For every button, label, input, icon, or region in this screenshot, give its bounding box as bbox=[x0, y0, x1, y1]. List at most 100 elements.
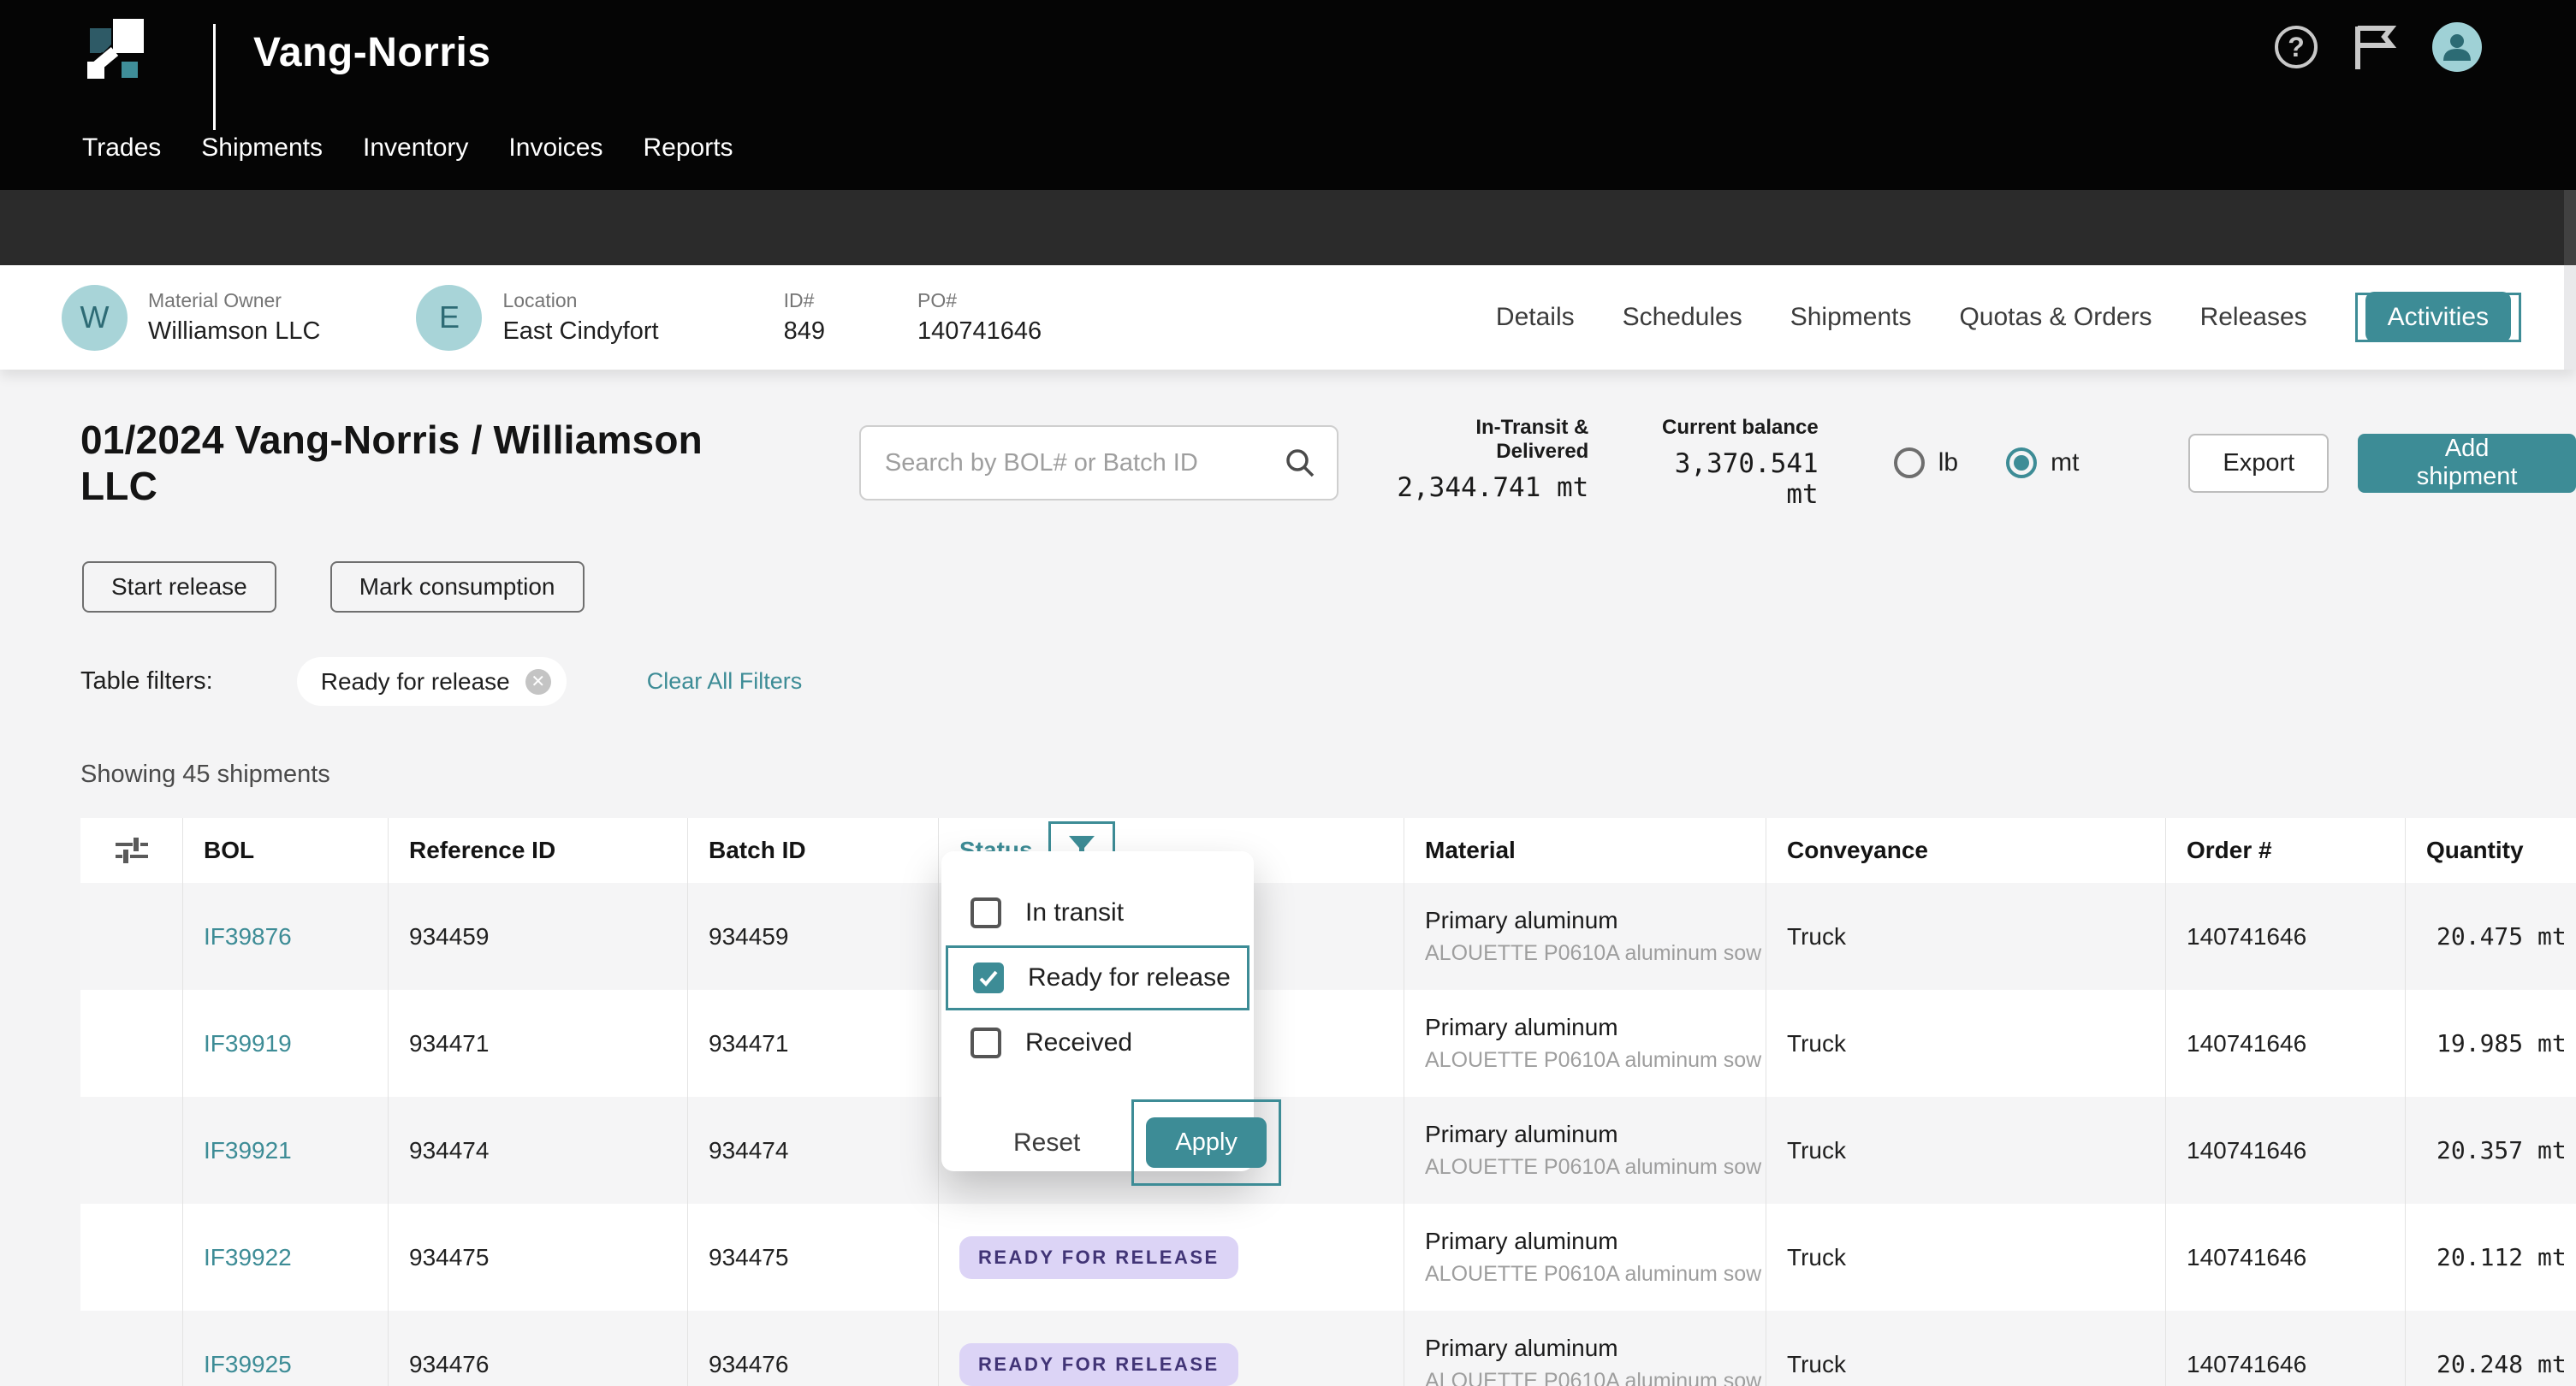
material-detail: ALOUETTE P0610A aluminum sow bbox=[1425, 1369, 1761, 1386]
column-header-order[interactable]: Order # bbox=[2165, 818, 2405, 883]
reference-id-cell: 934471 bbox=[388, 990, 687, 1097]
tab-schedules[interactable]: Schedules bbox=[1623, 303, 1742, 332]
add-shipment-button[interactable]: Add shipment bbox=[2358, 434, 2576, 493]
quantity-cell: 20.475 mt bbox=[2405, 883, 2576, 990]
column-header-batch-id[interactable]: Batch ID bbox=[687, 818, 938, 883]
column-header-conveyance[interactable]: Conveyance bbox=[1766, 818, 2165, 883]
apply-button[interactable]: Apply bbox=[1146, 1117, 1267, 1168]
stat-label: Current balance bbox=[1629, 416, 1818, 440]
search-icon bbox=[1284, 447, 1316, 479]
user-avatar[interactable] bbox=[2432, 22, 2482, 72]
material-name: Primary aluminum bbox=[1425, 907, 1618, 934]
order-cell: 140741646 bbox=[2165, 990, 2405, 1097]
filter-chip-ready-for-release[interactable]: Ready for release ✕ bbox=[297, 657, 567, 706]
material-detail: ALOUETTE P0610A aluminum sow bbox=[1425, 1262, 1761, 1287]
bol-link[interactable]: IF39925 bbox=[204, 1351, 292, 1378]
material-owner-block: W Material Owner Williamson LLC bbox=[62, 285, 320, 351]
table-row[interactable]: IF39922 934475 934475 Ready for release … bbox=[80, 1204, 2576, 1311]
stat-value: 2,344.741 mt bbox=[1381, 472, 1589, 503]
reset-button[interactable]: Reset bbox=[1013, 1128, 1080, 1158]
tab-details[interactable]: Details bbox=[1496, 303, 1575, 332]
tab-releases[interactable]: Releases bbox=[2200, 303, 2307, 332]
table-row[interactable]: IF39921 934474 934474 Primary aluminum A… bbox=[80, 1097, 2576, 1204]
table-row[interactable]: IF39919 934471 934471 Primary aluminum A… bbox=[80, 990, 2576, 1097]
material-name: Primary aluminum bbox=[1425, 1335, 1618, 1362]
unit-option-lb[interactable]: lb bbox=[1894, 447, 1958, 478]
batch-id-cell: 934471 bbox=[687, 990, 938, 1097]
location-value: East Cindyfort bbox=[502, 317, 658, 346]
checkbox-in-transit[interactable] bbox=[970, 897, 1001, 928]
column-header-material[interactable]: Material bbox=[1404, 818, 1766, 883]
owner-avatar: W bbox=[62, 285, 128, 351]
bol-link[interactable]: IF39921 bbox=[204, 1137, 292, 1164]
search-box[interactable] bbox=[859, 425, 1338, 500]
primary-nav: Trades Shipments Inventory Invoices Repo… bbox=[82, 133, 733, 163]
company-logo-icon bbox=[80, 12, 147, 79]
flag-icon[interactable] bbox=[2353, 23, 2396, 71]
menu-option-received[interactable]: Received bbox=[941, 1010, 1254, 1075]
checkbox-received[interactable] bbox=[970, 1028, 1001, 1058]
table-row[interactable]: IF39876 934459 934459 Primary aluminum A… bbox=[80, 883, 2576, 990]
nav-item-invoices[interactable]: Invoices bbox=[508, 133, 602, 163]
quantity-cell: 19.985 mt bbox=[2405, 990, 2576, 1097]
context-bar: W Material Owner Williamson LLC E Locati… bbox=[0, 265, 2576, 370]
location-avatar: E bbox=[416, 285, 482, 351]
table-row[interactable]: IF39925 934476 934476 Ready for release … bbox=[80, 1311, 2576, 1386]
export-button[interactable]: Export bbox=[2188, 434, 2329, 493]
clear-all-filters-link[interactable]: Clear All Filters bbox=[647, 668, 803, 695]
menu-option-ready-for-release[interactable]: Ready for release bbox=[946, 945, 1249, 1010]
batch-id-cell: 934459 bbox=[687, 883, 938, 990]
nav-item-trades[interactable]: Trades bbox=[82, 133, 161, 163]
menu-option-in-transit[interactable]: In transit bbox=[941, 880, 1254, 945]
option-label: In transit bbox=[1025, 898, 1124, 927]
reference-id-cell: 934459 bbox=[388, 883, 687, 990]
po-label: PO# bbox=[917, 289, 1042, 312]
column-header-quantity[interactable]: Quantity bbox=[2405, 818, 2576, 883]
conveyance-cell: Truck bbox=[1766, 883, 2165, 990]
material-cell: Primary aluminum ALOUETTE P0610A aluminu… bbox=[1404, 1097, 1766, 1204]
batch-id-cell: 934474 bbox=[687, 1097, 938, 1204]
radio-lb-label: lb bbox=[1938, 448, 1958, 477]
quantity-cell: 20.112 mt bbox=[2405, 1204, 2576, 1311]
conveyance-cell: Truck bbox=[1766, 1097, 2165, 1204]
reference-id-cell: 934475 bbox=[388, 1204, 687, 1311]
material-detail: ALOUETTE P0610A aluminum sow bbox=[1425, 1155, 1761, 1180]
batch-id-cell: 934475 bbox=[687, 1204, 938, 1311]
column-settings-button[interactable] bbox=[80, 818, 182, 883]
bol-link[interactable]: IF39922 bbox=[204, 1244, 292, 1271]
tab-activities-focus-ring: Activities bbox=[2355, 293, 2521, 342]
material-cell: Primary aluminum ALOUETTE P0610A aluminu… bbox=[1404, 1204, 1766, 1311]
start-release-button[interactable]: Start release bbox=[82, 561, 276, 613]
bol-link[interactable]: IF39876 bbox=[204, 923, 292, 951]
column-header-reference-id[interactable]: Reference ID bbox=[388, 818, 687, 883]
search-input[interactable] bbox=[885, 449, 1284, 477]
mark-consumption-button[interactable]: Mark consumption bbox=[330, 561, 585, 613]
tab-quotas-orders[interactable]: Quotas & Orders bbox=[1959, 303, 2152, 332]
radio-mt[interactable] bbox=[2006, 447, 2037, 478]
tab-activities[interactable]: Activities bbox=[2365, 292, 2511, 342]
help-icon[interactable]: ? bbox=[2275, 26, 2318, 68]
checkbox-ready-for-release[interactable] bbox=[973, 962, 1004, 993]
column-header-bol[interactable]: BOL bbox=[182, 818, 388, 883]
nav-item-shipments[interactable]: Shipments bbox=[201, 133, 323, 163]
scrollbar-track[interactable] bbox=[2564, 265, 2576, 370]
chip-remove-icon[interactable]: ✕ bbox=[525, 669, 551, 695]
nav-item-inventory[interactable]: Inventory bbox=[363, 133, 468, 163]
material-detail: ALOUETTE P0610A aluminum sow bbox=[1425, 941, 1761, 966]
status-badge: Ready for release bbox=[959, 1343, 1238, 1386]
brand-title: Vang-Norris bbox=[253, 29, 491, 76]
context-tabs: Details Schedules Shipments Quotas & Ord… bbox=[1496, 265, 2521, 370]
scrollbar-track[interactable] bbox=[2564, 190, 2576, 265]
option-label: Received bbox=[1025, 1028, 1132, 1057]
dark-band bbox=[0, 190, 2576, 265]
order-cell: 140741646 bbox=[2165, 1097, 2405, 1204]
tune-icon bbox=[113, 832, 151, 869]
tab-shipments[interactable]: Shipments bbox=[1790, 303, 1912, 332]
batch-id-cell: 934476 bbox=[687, 1311, 938, 1386]
nav-item-reports[interactable]: Reports bbox=[643, 133, 733, 163]
option-label: Ready for release bbox=[1028, 963, 1231, 992]
filter-chip-label: Ready for release bbox=[321, 668, 510, 696]
unit-option-mt[interactable]: mt bbox=[2006, 447, 2079, 478]
bol-link[interactable]: IF39919 bbox=[204, 1030, 292, 1057]
radio-lb[interactable] bbox=[1894, 447, 1925, 478]
